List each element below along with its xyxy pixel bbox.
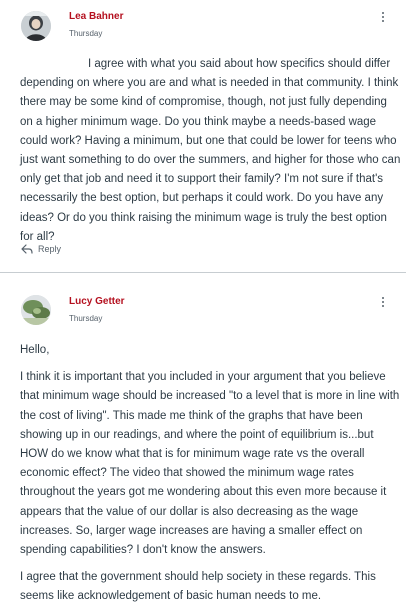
discussion-reply-post: Lucy Getter Thursday Hello, I think it i… — [0, 283, 406, 602]
post-paragraph: I agree with what you said about how spe… — [20, 58, 401, 243]
kebab-menu-icon — [382, 297, 384, 299]
post-date: Thursday — [69, 29, 103, 38]
discussion-reply-post: Lea Bahner Thursday I agree with what yo… — [0, 0, 406, 272]
avatar[interactable] — [21, 11, 51, 41]
reply-button[interactable]: Reply — [21, 244, 61, 254]
author-name[interactable]: Lea Bahner — [69, 11, 123, 22]
reply-arrow-icon — [21, 244, 33, 254]
post-body: Hello, I think it is important that you … — [20, 341, 402, 615]
kebab-menu-icon — [382, 12, 384, 14]
post-divider — [0, 272, 406, 283]
user-avatar-icon — [21, 11, 51, 41]
user-avatar-icon — [21, 295, 51, 325]
avatar[interactable] — [21, 295, 51, 325]
author-name[interactable]: Lucy Getter — [69, 296, 125, 307]
post-options-button[interactable] — [375, 294, 391, 310]
reply-label: Reply — [38, 244, 62, 254]
post-date: Thursday — [69, 314, 103, 323]
post-paragraph: I think it is important that you include… — [20, 371, 400, 557]
post-body: I agree with what you said about how spe… — [20, 55, 402, 247]
post-options-button[interactable] — [375, 9, 391, 25]
post-paragraph: Hello, — [20, 344, 50, 356]
